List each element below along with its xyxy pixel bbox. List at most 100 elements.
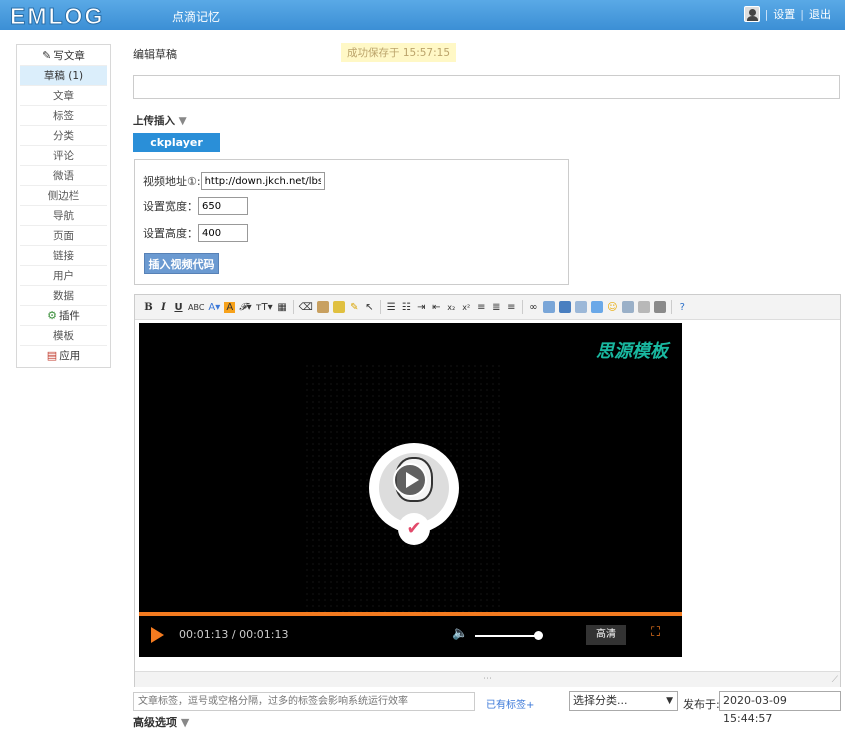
subscript-icon[interactable]: x₂ <box>446 303 457 312</box>
toolbar-divider <box>670 300 672 314</box>
image-icon[interactable] <box>558 301 571 313</box>
page-title: 编辑草稿 <box>133 48 177 61</box>
outdent-icon[interactable]: ⇤ <box>431 302 442 313</box>
app-icon: ▤ <box>46 349 58 362</box>
sidebar-item-articles[interactable]: 文章 <box>20 86 107 106</box>
sidebar-item-tags[interactable]: 标签 <box>20 106 107 126</box>
sidebar-item-pages[interactable]: 页面 <box>20 226 107 246</box>
width-input[interactable] <box>198 197 248 215</box>
tags-input[interactable] <box>133 692 475 711</box>
sidebar-item-plugins[interactable]: ⚙ 插件 <box>20 306 107 326</box>
sidebar-item-drafts[interactable]: 草稿 (1) <box>20 66 107 86</box>
unordered-list-icon[interactable]: ☷ <box>401 302 412 313</box>
volume-icon[interactable]: 🔈 <box>452 626 468 641</box>
check-icon: ✔ <box>398 513 430 545</box>
existing-tags-link[interactable]: 已有标签+ <box>486 696 534 711</box>
ckplayer-panel: 视频地址①: 设置宽度： 设置高度： 插入视频代码 <box>134 159 569 285</box>
sidebar-item-users[interactable]: 用户 <box>20 266 107 286</box>
source-icon[interactable] <box>653 301 666 313</box>
publish-date-input[interactable]: 2020-03-09 15:44:57 <box>719 691 841 725</box>
insert-video-button[interactable]: 插入视频代码 <box>144 253 219 274</box>
category-select[interactable]: 选择分类... ▼ <box>569 691 678 711</box>
settings-link[interactable]: 设置 <box>773 6 795 22</box>
link-icon[interactable]: ∞ <box>528 302 539 313</box>
fullscreen-icon[interactable]: ⛶ <box>651 625 660 640</box>
video-url-input[interactable] <box>200 172 325 190</box>
save-status: 成功保存于 15:57:15 <box>341 43 456 62</box>
code-icon[interactable] <box>621 301 634 313</box>
unlink-icon[interactable] <box>542 301 555 313</box>
time-display: 00:01:13 / 00:01:13 <box>179 628 289 641</box>
title-input[interactable] <box>133 75 840 99</box>
width-row: 设置宽度： <box>143 197 248 215</box>
format-painter-icon[interactable]: ✎ <box>349 302 360 313</box>
sidebar-item-templates[interactable]: 模板 <box>20 326 107 346</box>
font-size-icon[interactable]: тT▾ <box>256 302 273 313</box>
emoticon-icon[interactable]: ☺ <box>607 302 618 313</box>
indent-icon[interactable]: ⇥ <box>416 302 427 313</box>
superscript-icon[interactable]: x² <box>461 303 472 312</box>
table-icon[interactable]: ▦ <box>277 302 288 313</box>
help-icon[interactable]: ? <box>677 302 688 313</box>
resize-corner-icon[interactable]: ⟋ <box>832 675 838 685</box>
flash-icon[interactable] <box>574 301 587 313</box>
sidebar: ✎ 写文章 草稿 (1) 文章 标签 分类 评论 微语 侧边栏 导航 页面 链接 … <box>16 44 111 368</box>
italic-icon[interactable]: I <box>158 302 169 313</box>
separator: | <box>764 7 769 21</box>
media-icon[interactable] <box>590 301 603 313</box>
edit-icon: ✎ <box>42 49 52 62</box>
sidebar-item-data[interactable]: 数据 <box>20 286 107 306</box>
strikethrough-icon[interactable]: ABC <box>188 303 204 312</box>
video-url-label: 视频地址①: <box>143 175 201 188</box>
eraser-icon[interactable]: ⌫ <box>299 302 313 313</box>
video-player[interactable]: 思源模板 ✔ 00:01:13 / 00:01:13 🔈 高清 ⛶ <box>139 323 682 657</box>
tab-ckplayer[interactable]: ckplayer <box>133 133 220 152</box>
sidebar-item-write[interactable]: ✎ 写文章 <box>20 46 107 66</box>
pagebreak-icon[interactable] <box>637 301 650 313</box>
select-all-icon[interactable]: ↖ <box>364 302 375 313</box>
paste-word-icon[interactable] <box>332 301 345 313</box>
play-icon[interactable] <box>393 463 427 497</box>
brand-watermark: 思源模板 <box>596 341 668 362</box>
quality-button[interactable]: 高清 <box>586 625 626 645</box>
editor-resize-handle[interactable]: ⋯ <box>135 671 840 687</box>
avatar-icon[interactable] <box>743 6 760 22</box>
underline-icon[interactable]: U <box>173 302 184 313</box>
sidebar-item-apps[interactable]: ▤ 应用 <box>20 346 107 366</box>
logout-link[interactable]: 退出 <box>809 6 831 22</box>
align-right-icon[interactable]: ≡ <box>506 302 517 313</box>
toolbar-divider <box>379 300 381 314</box>
height-row: 设置高度： <box>143 224 248 242</box>
sidebar-item-widgets[interactable]: 侧边栏 <box>20 186 107 206</box>
progress-bar[interactable] <box>139 612 682 616</box>
font-color-icon[interactable]: A▾ <box>208 302 220 313</box>
highlight-color-icon[interactable]: A <box>224 301 236 313</box>
user-area: | 设置 | 退出 <box>743 6 831 22</box>
bold-icon[interactable]: B <box>143 302 154 313</box>
volume-slider[interactable] <box>475 635 538 637</box>
ordered-list-icon[interactable]: ☰ <box>386 302 397 313</box>
separator: | <box>800 7 804 21</box>
play-button-icon[interactable] <box>151 627 164 643</box>
paste-icon[interactable] <box>316 301 329 313</box>
chevron-down-icon: ▼ <box>666 696 673 706</box>
sidebar-item-navigation[interactable]: 导航 <box>20 206 107 226</box>
volume-knob[interactable] <box>534 631 543 640</box>
align-center-icon[interactable]: ≣ <box>491 302 502 313</box>
width-label: 设置宽度： <box>143 200 198 213</box>
toolbar-divider <box>292 300 294 314</box>
site-name-link[interactable]: 点滴记忆 <box>172 8 220 25</box>
sidebar-item-comments[interactable]: 评论 <box>20 146 107 166</box>
font-family-icon[interactable]: 𝓕▾ <box>239 302 251 313</box>
sidebar-item-links[interactable]: 链接 <box>20 246 107 266</box>
sidebar-item-twitter[interactable]: 微语 <box>20 166 107 186</box>
rich-text-editor[interactable]: B I U ABC A▾ A 𝓕▾ тT▾ ▦ ⌫ ✎ ↖ ☰ ☷ ⇥ ⇤ x₂… <box>134 294 841 687</box>
height-label: 设置高度： <box>143 227 198 240</box>
caret-down-icon: ▼ <box>178 115 187 127</box>
top-bar: EMLOG 点滴记忆 | 设置 | 退出 <box>0 0 845 30</box>
emlog-logo[interactable]: EMLOG <box>9 3 104 30</box>
upload-insert-toggle[interactable]: 上传插入 ▼ <box>133 113 187 128</box>
height-input[interactable] <box>198 224 248 242</box>
sidebar-item-categories[interactable]: 分类 <box>20 126 107 146</box>
align-left-icon[interactable]: ≡ <box>476 302 487 313</box>
